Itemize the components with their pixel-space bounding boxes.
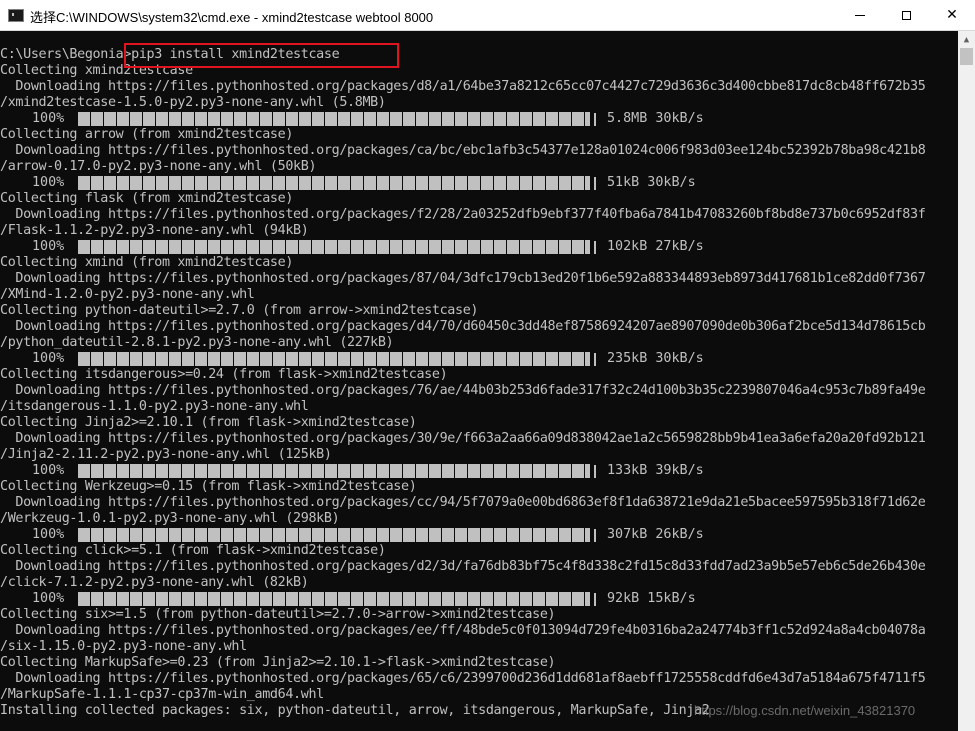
console-line: /click-7.1.2-py2.py3-none-any.whl (82kB) <box>0 575 309 590</box>
progress-bar <box>78 528 590 542</box>
console-line: /itsdangerous-1.1.0-py2.py3-none-any.whl <box>0 399 309 414</box>
minimize-button[interactable] <box>837 0 883 30</box>
progress-bar-end <box>594 465 596 478</box>
console-line: /six-1.15.0-py2.py3-none-any.whl <box>0 639 247 654</box>
console-line: Downloading https://files.pythonhosted.o… <box>0 383 926 398</box>
console-line: Collecting six>=1.5 (from python-dateuti… <box>0 607 556 622</box>
console-line: Collecting MarkupSafe>=0.23 (from Jinja2… <box>0 655 556 670</box>
console-line: /arrow-0.17.0-py2.py3-none-any.whl (50kB… <box>0 159 317 174</box>
scroll-up-icon[interactable]: ▲ <box>958 31 975 48</box>
progress-bar <box>78 176 590 190</box>
progress-stats: 92kB 15kB/s <box>607 591 696 606</box>
progress-stats: 307kB 26kB/s <box>607 527 704 542</box>
console-line: Downloading https://files.pythonhosted.o… <box>0 143 926 158</box>
console-line: /python_dateutil-2.8.1-py2.py3-none-any.… <box>0 335 394 350</box>
console-line: /Werkzeug-1.0.1-py2.py3-none-any.whl (29… <box>0 511 340 526</box>
vertical-scrollbar[interactable]: ▲ <box>958 31 975 731</box>
progress-stats: 235kB 30kB/s <box>607 351 704 366</box>
console-line: Collecting flask (from xmind2testcase) <box>0 191 294 206</box>
title-bar[interactable]: 选择C:\WINDOWS\system32\cmd.exe - xmind2te… <box>0 0 975 31</box>
console-line: /XMind-1.2.0-py2.py3-none-any.whl <box>0 287 255 302</box>
console-line: Downloading https://files.pythonhosted.o… <box>0 431 926 446</box>
console-line: Collecting arrow (from xmind2testcase) <box>0 127 294 142</box>
console-line: Collecting xmind (from xmind2testcase) <box>0 255 294 270</box>
minimize-icon <box>855 14 865 16</box>
watermark-text: https://blog.csdn.net/weixin_43821370 <box>694 703 916 718</box>
progress-bar <box>78 592 590 606</box>
console-line: /Flask-1.1.2-py2.py3-none-any.whl (94kB) <box>0 223 309 238</box>
progress-bar <box>78 352 590 366</box>
console-line: Downloading https://files.pythonhosted.o… <box>0 79 926 94</box>
console-line: Collecting Jinja2>=2.10.1 (from flask->x… <box>0 415 417 430</box>
progress-bar-end <box>594 353 596 366</box>
progress-percent: 100% <box>32 175 65 190</box>
maximize-button[interactable] <box>883 0 929 30</box>
progress-percent: 100% <box>32 111 65 126</box>
progress-bar-end <box>594 241 596 254</box>
progress-bar-end <box>594 113 596 126</box>
console-line: /xmind2testcase-1.5.0-py2.py3-none-any.w… <box>0 95 386 110</box>
progress-percent: 100% <box>32 591 65 606</box>
progress-bar-end <box>594 177 596 190</box>
progress-bar <box>78 240 590 254</box>
console-line: Downloading https://files.pythonhosted.o… <box>0 319 926 334</box>
console-line: Collecting click>=5.1 (from flask->xmind… <box>0 543 386 558</box>
console-line: /Jinja2-2.11.2-py2.py3-none-any.whl (125… <box>0 447 332 462</box>
command-highlight-box <box>124 43 399 68</box>
progress-stats: 51kB 30kB/s <box>607 175 696 190</box>
console-line: Downloading https://files.pythonhosted.o… <box>0 207 926 222</box>
progress-percent: 100% <box>32 463 65 478</box>
progress-stats: 5.8MB 30kB/s <box>607 111 704 126</box>
progress-bar-end <box>594 529 596 542</box>
console-line: Downloading https://files.pythonhosted.o… <box>0 671 926 686</box>
console-line: Downloading https://files.pythonhosted.o… <box>0 559 926 574</box>
progress-percent: 100% <box>32 527 65 542</box>
progress-stats: 102kB 27kB/s <box>607 239 704 254</box>
progress-percent: 100% <box>32 351 65 366</box>
console-line: Downloading https://files.pythonhosted.o… <box>0 623 926 638</box>
scrollbar-thumb[interactable] <box>960 48 973 65</box>
console-line: Downloading https://files.pythonhosted.o… <box>0 495 926 510</box>
progress-percent: 100% <box>32 239 65 254</box>
console-line: /MarkupSafe-1.1.1-cp37-cp37m-win_amd64.w… <box>0 687 324 702</box>
close-icon: ✕ <box>946 7 958 23</box>
window-title: 选择C:\WINDOWS\system32\cmd.exe - xmind2te… <box>30 10 434 25</box>
cmd-icon <box>8 9 24 22</box>
console-line: Installing collected packages: six, pyth… <box>0 703 710 718</box>
console-output[interactable]: C:\Users\Begonia>pip3 install xmind2test… <box>0 31 958 731</box>
progress-bar <box>78 464 590 478</box>
close-button[interactable]: ✕ <box>929 0 975 30</box>
progress-stats: 133kB 39kB/s <box>607 463 704 478</box>
console-line: Collecting Werkzeug>=0.15 (from flask->x… <box>0 479 417 494</box>
console-line: Collecting python-dateutil>=2.7.0 (from … <box>0 303 479 318</box>
maximize-icon <box>901 10 911 20</box>
console-line: Collecting itsdangerous>=0.24 (from flas… <box>0 367 448 382</box>
console-line: Downloading https://files.pythonhosted.o… <box>0 271 926 286</box>
progress-bar-end <box>594 593 596 606</box>
progress-bar <box>78 112 590 126</box>
